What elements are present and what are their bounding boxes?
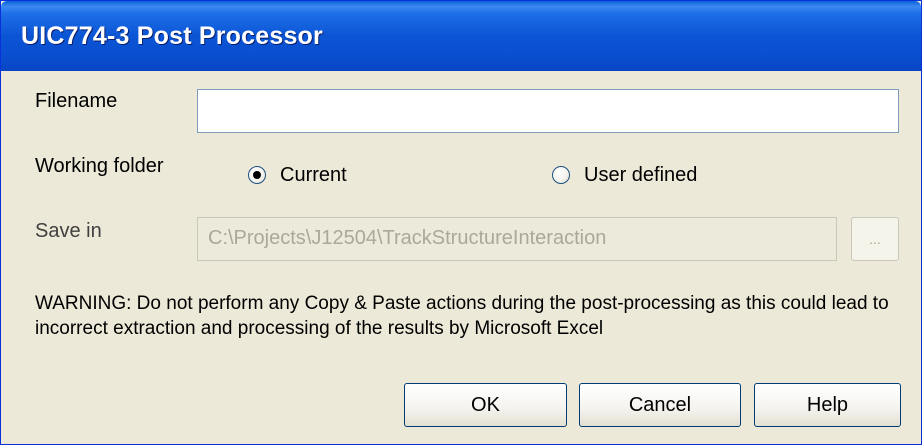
save-in-path-field[interactable]: C:\Projects\J12504\TrackStructureInterac… xyxy=(197,217,837,261)
radio-user-defined[interactable]: User defined xyxy=(552,163,697,187)
dialog-window: UIC774-3 Post Processor Filename Working… xyxy=(0,0,922,445)
title-bar[interactable]: UIC774-3 Post Processor xyxy=(1,1,921,71)
radio-current[interactable]: Current xyxy=(248,163,347,187)
save-in-label: Save in xyxy=(35,220,102,242)
help-button[interactable]: Help xyxy=(754,383,901,427)
radio-current-indicator[interactable] xyxy=(248,166,266,184)
ok-button[interactable]: OK xyxy=(404,383,567,427)
radio-selected-dot xyxy=(253,171,261,179)
filename-label: Filename xyxy=(35,90,118,112)
working-folder-label: Working folder xyxy=(35,155,164,177)
radio-user-defined-label: User defined xyxy=(584,164,698,186)
warning-text: WARNING: Do not perform any Copy & Paste… xyxy=(35,293,889,339)
cancel-button[interactable]: Cancel xyxy=(579,383,741,427)
browse-button[interactable]: ... xyxy=(851,217,899,261)
filename-input[interactable] xyxy=(197,89,899,133)
radio-current-label: Current xyxy=(280,164,347,186)
window-title: UIC774-3 Post Processor xyxy=(21,22,323,50)
radio-user-defined-indicator[interactable] xyxy=(552,166,570,184)
